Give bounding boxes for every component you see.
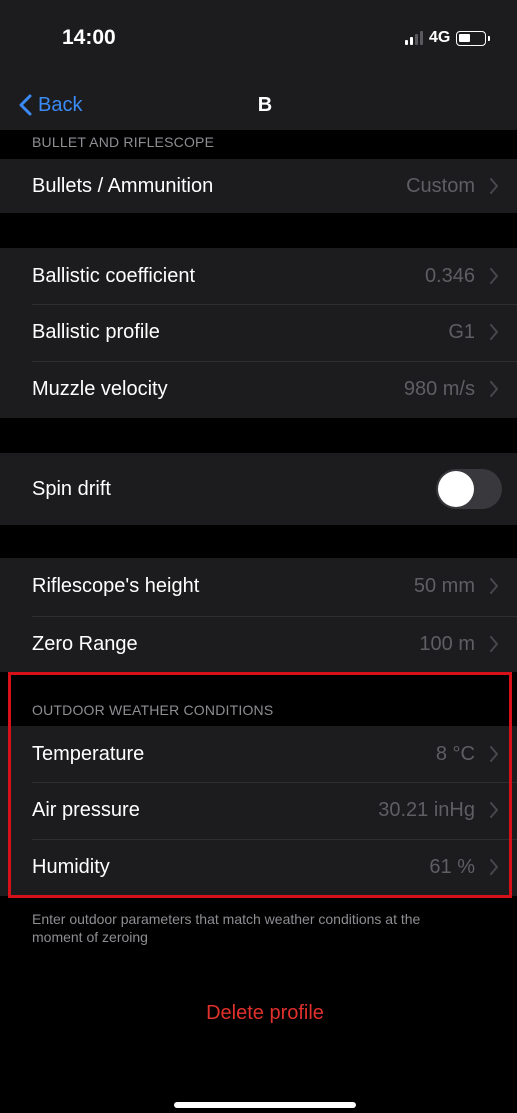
chevron-right-icon xyxy=(490,746,498,762)
row-riflescope-height[interactable]: Riflescope's height 50 mm xyxy=(0,558,517,616)
row-value: G1 xyxy=(448,321,475,343)
row-label: Ballistic profile xyxy=(32,321,160,343)
row-value: 0.346 xyxy=(424,265,475,287)
row-label: Zero Range xyxy=(32,633,138,655)
row-value: 980 m/s xyxy=(403,378,475,400)
row-muzzle-velocity[interactable]: Muzzle velocity 980 m/s xyxy=(0,362,517,418)
row-label: Spin drift xyxy=(32,478,111,500)
row-label: Riflescope's height xyxy=(32,575,200,597)
back-button[interactable]: Back xyxy=(18,90,82,120)
delete-profile-button[interactable]: Delete profile xyxy=(0,1002,517,1025)
chevron-right-icon xyxy=(490,636,498,652)
group-riflescope: Riflescope's height 50 mm Zero Range 100… xyxy=(0,558,517,672)
row-bullets-ammunition[interactable]: Bullets / Ammunition Custom xyxy=(0,159,517,213)
row-label: Muzzle velocity xyxy=(32,378,168,400)
chevron-left-icon xyxy=(19,94,32,116)
row-label: Humidity xyxy=(32,856,110,878)
row-ballistic-coefficient[interactable]: Ballistic coefficient 0.346 xyxy=(0,248,517,304)
weather-footer-note: Enter outdoor parameters that match weat… xyxy=(32,911,421,945)
navigation-bar: B Back xyxy=(0,88,517,130)
row-zero-range[interactable]: Zero Range 100 m xyxy=(0,617,517,672)
cellular-signal-icon xyxy=(405,31,423,45)
chevron-right-icon xyxy=(490,578,498,594)
row-value: Custom xyxy=(406,175,475,197)
row-humidity[interactable]: Humidity 61 % xyxy=(0,840,517,896)
chevron-right-icon xyxy=(490,859,498,875)
network-type: 4G xyxy=(429,29,451,46)
row-label: Temperature xyxy=(32,743,145,765)
battery-icon xyxy=(456,30,491,46)
row-label: Ballistic coefficient xyxy=(32,265,196,287)
row-value: 50 mm xyxy=(413,575,475,597)
row-air-pressure[interactable]: Air pressure 30.21 inHg xyxy=(0,783,517,839)
chevron-right-icon xyxy=(490,268,498,284)
row-value: 30.21 inHg xyxy=(378,799,475,821)
row-ballistic-profile[interactable]: Ballistic profile G1 xyxy=(0,305,517,361)
chevron-right-icon xyxy=(490,802,498,818)
group-weather: Temperature 8 °C Air pressure 30.21 inHg… xyxy=(0,726,517,896)
chevron-right-icon xyxy=(490,324,498,340)
chevron-right-icon xyxy=(490,381,498,397)
home-indicator[interactable] xyxy=(174,1102,356,1108)
toggle-knob xyxy=(438,471,474,507)
status-time: 14:00 xyxy=(62,26,116,49)
chevron-right-icon xyxy=(490,178,498,194)
section-header-bullet-riflescope: BULLET AND RIFLESCOPE xyxy=(32,134,215,150)
spin-drift-toggle[interactable] xyxy=(436,469,502,509)
row-label: Bullets / Ammunition xyxy=(32,175,214,197)
row-temperature[interactable]: Temperature 8 °C xyxy=(0,726,517,782)
row-value: 61 % xyxy=(429,856,475,878)
row-value: 100 m xyxy=(419,633,475,655)
row-value: 8 °C xyxy=(435,743,475,765)
group-ballistics: Ballistic coefficient 0.346 Ballistic pr… xyxy=(0,248,517,418)
back-label: Back xyxy=(38,93,83,116)
row-label: Air pressure xyxy=(32,799,140,821)
row-spin-drift: Spin drift xyxy=(0,453,517,525)
section-header-weather: OUTDOOR WEATHER CONDITIONS xyxy=(32,702,274,718)
status-indicators: 4G xyxy=(405,28,491,48)
status-bar: 14:00 4G xyxy=(0,0,517,88)
